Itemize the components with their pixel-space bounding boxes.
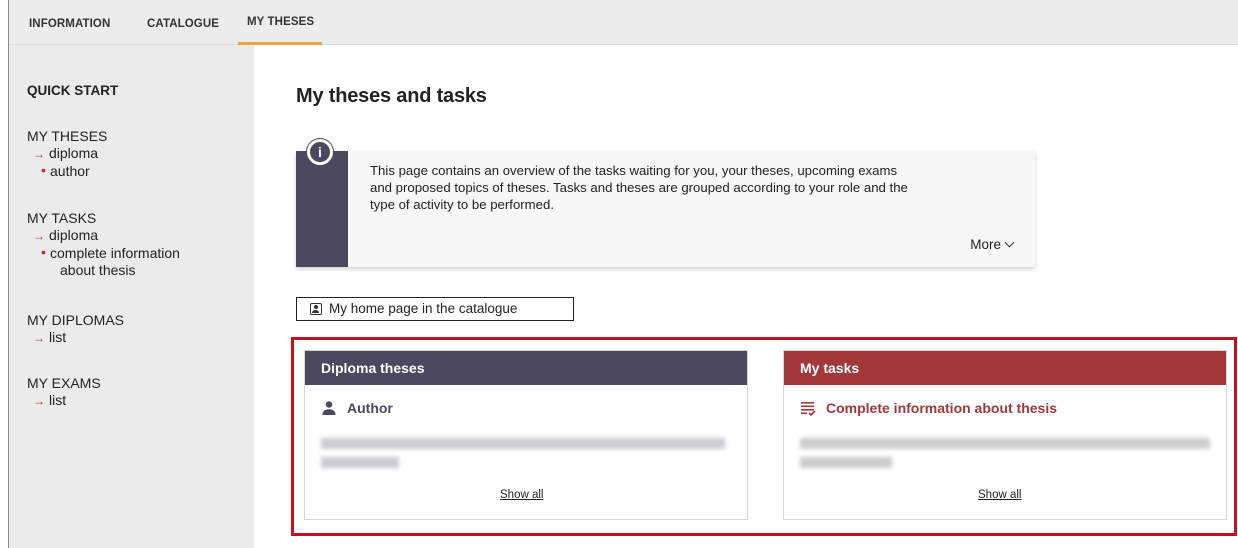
main-content: My theses and tasks i This page contains…: [255, 45, 1238, 548]
chevron-down-icon: [1004, 237, 1015, 248]
sidebar-sublink-label: about thesis: [60, 262, 136, 278]
profile-card-icon: [310, 303, 322, 315]
sidebar-title: QUICK START: [27, 83, 119, 98]
sidebar-heading: MY DIPLOMAS: [27, 312, 124, 328]
arrow-right-icon: →: [33, 147, 45, 161]
sidebar-link-diploma[interactable]: → diploma: [27, 145, 247, 163]
card-task-label: Complete information about thesis: [826, 400, 1058, 416]
person-icon: [322, 401, 336, 415]
blurred-thesis-title[interactable]: [321, 457, 399, 468]
card-diploma-theses: Diploma theses Author Show all: [304, 350, 748, 520]
arrow-right-icon: →: [33, 394, 45, 408]
sidebar-sublink-complete-information-cont[interactable]: about thesis: [27, 262, 247, 279]
sidebar-group-my-tasks: MY TASKS → diploma • complete information …: [27, 209, 247, 279]
sidebar-heading: MY THESES: [27, 128, 108, 144]
tab-information[interactable]: INFORMATION: [29, 0, 110, 45]
sidebar-link-list[interactable]: → list: [27, 392, 247, 410]
show-all-link[interactable]: Show all: [500, 489, 543, 501]
page-title: My theses and tasks: [296, 85, 487, 107]
home-page-catalogue-button[interactable]: My home page in the catalogue: [296, 297, 574, 321]
sidebar-link-list[interactable]: → list: [27, 329, 247, 347]
sidebar-link-label: list: [49, 329, 67, 345]
sidebar-link-diploma[interactable]: → diploma: [27, 227, 247, 245]
blurred-thesis-title[interactable]: [800, 438, 1210, 449]
arrow-right-icon: →: [33, 229, 45, 243]
home-page-button-label: My home page in the catalogue: [329, 301, 518, 316]
sidebar-sublink-label: complete information: [50, 245, 180, 261]
card-header: My tasks: [784, 351, 1226, 385]
sidebar-sublink-complete-information[interactable]: • complete information: [27, 244, 247, 262]
more-toggle[interactable]: More: [970, 237, 1015, 252]
info-icon: i: [307, 139, 333, 165]
task-list-icon: [801, 402, 816, 416]
info-text: This page contains an overview of the ta…: [370, 162, 1020, 213]
sidebar-heading: MY EXAMS: [27, 375, 101, 391]
show-all-link[interactable]: Show all: [978, 489, 1021, 501]
sidebar-group-my-exams: MY EXAMS → list: [27, 374, 247, 410]
sidebar-link-label: diploma: [49, 227, 99, 243]
tab-my-theses[interactable]: MY THESES: [238, 0, 323, 45]
sidebar-link-label: list: [49, 392, 67, 408]
card-my-tasks: My tasks Complete information about thes…: [783, 350, 1227, 520]
card-role-author[interactable]: Author: [321, 400, 393, 416]
blurred-thesis-title[interactable]: [800, 457, 892, 468]
info-text-line: type of activity to be performed.: [370, 197, 554, 212]
info-box: i This page contains an overview of the …: [296, 139, 1035, 267]
sidebar-sublink-author[interactable]: • author: [27, 162, 247, 180]
sidebar-heading: MY TASKS: [27, 210, 97, 226]
sidebar-group-my-diplomas: MY DIPLOMAS → list: [27, 311, 247, 347]
bullet-icon: •: [41, 244, 46, 260]
more-label: More: [970, 237, 1001, 252]
tab-catalogue[interactable]: CATALOGUE: [147, 0, 219, 45]
arrow-right-icon: →: [33, 331, 45, 345]
bullet-icon: •: [41, 162, 46, 178]
blurred-thesis-title[interactable]: [321, 438, 725, 449]
card-task-complete-information[interactable]: Complete information about thesis: [800, 400, 1057, 416]
info-text-line: This page contains an overview of the ta…: [370, 163, 898, 178]
sidebar: QUICK START MY THESES → diploma • author M…: [9, 45, 254, 548]
info-text-line: and proposed topics of theses. Tasks and…: [370, 180, 908, 195]
top-navigation: INFORMATION CATALOGUE MY THESES: [9, 0, 1238, 45]
sidebar-link-label: diploma: [49, 145, 99, 161]
card-header: Diploma theses: [305, 351, 747, 385]
sidebar-group-my-theses: MY THESES → diploma • author: [27, 127, 247, 180]
info-band: [296, 151, 348, 267]
sidebar-sublink-label: author: [50, 163, 90, 179]
app-frame: INFORMATION CATALOGUE MY THESES QUICK ST…: [8, 0, 1238, 548]
